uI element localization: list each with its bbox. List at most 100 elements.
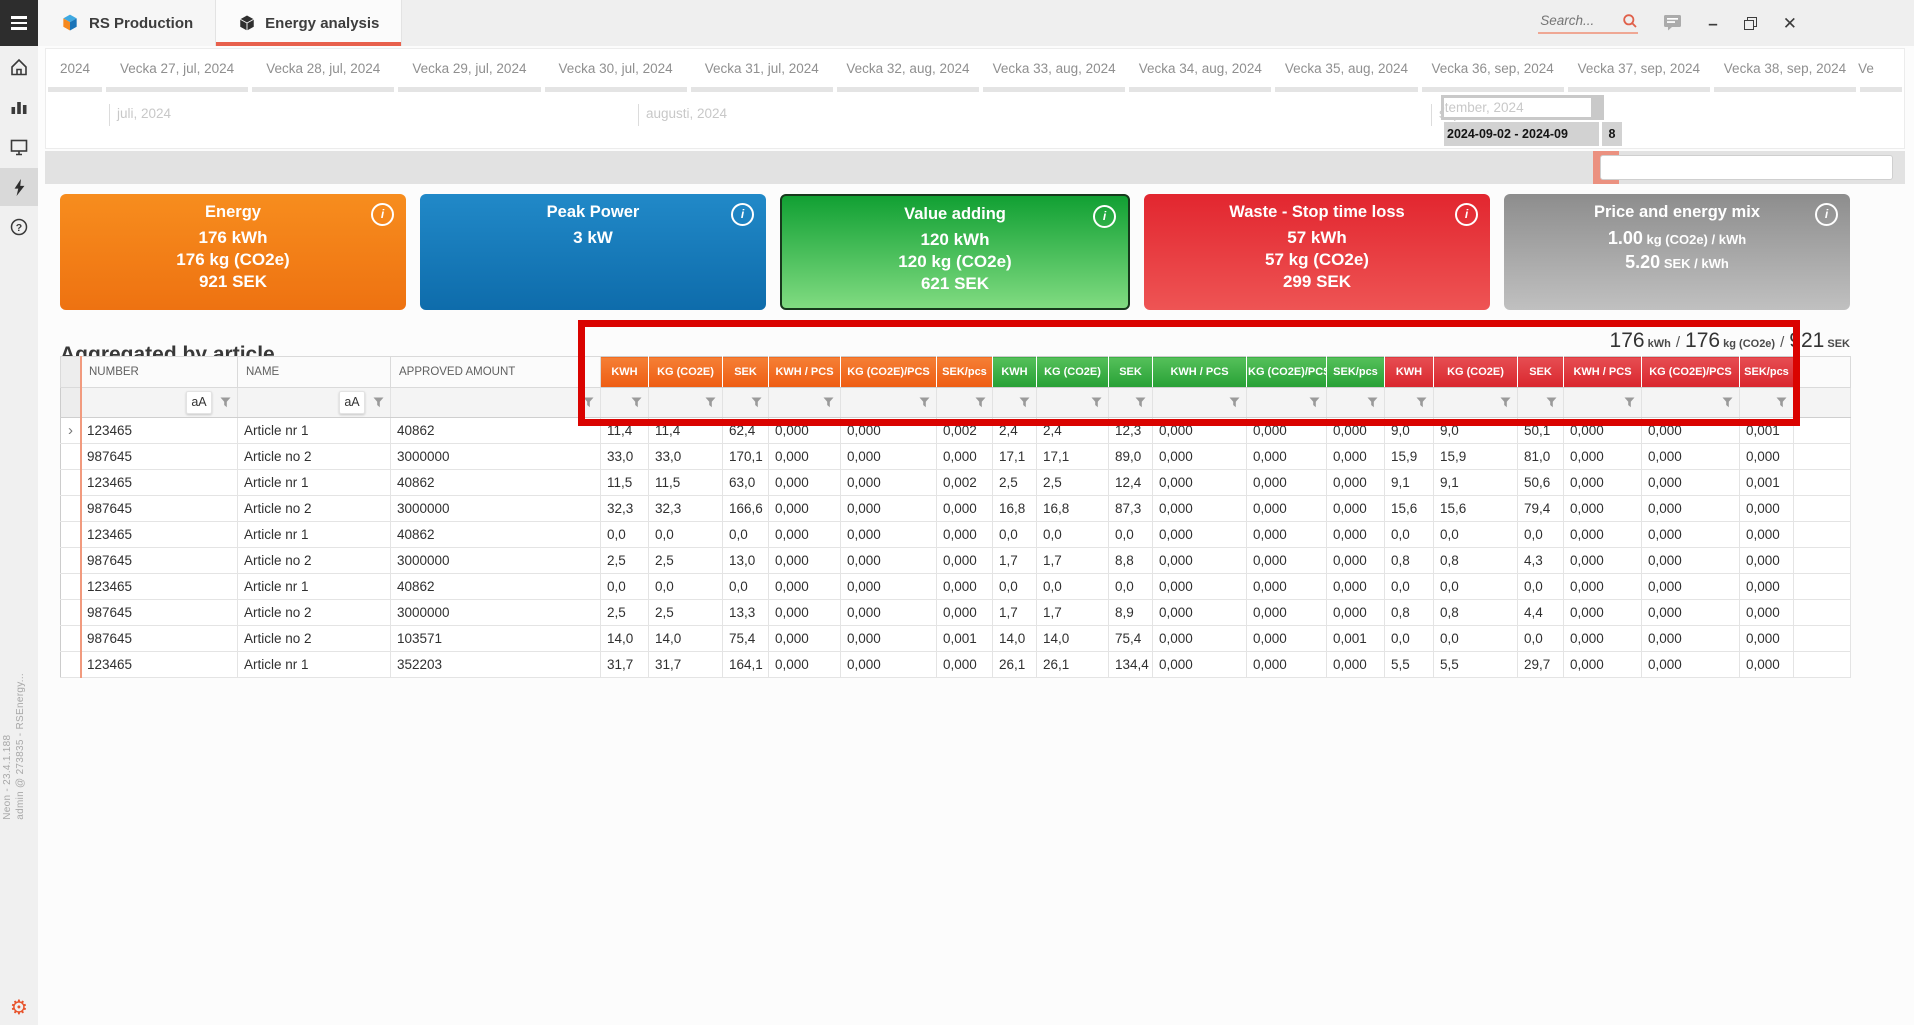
column-header-green[interactable]: SEK (1109, 357, 1153, 388)
kpi-card-orange[interactable]: iEnergy176 kWh176 kg (CO2e)921 SEK (60, 194, 406, 310)
timeline-week-cell[interactable]: Vecka 38, sep, 2024 (1712, 59, 1858, 92)
column-header-orange[interactable]: KWH (601, 357, 649, 388)
table-row[interactable]: 987645Article no 210357114,014,075,40,00… (61, 626, 1851, 652)
scrollbar-thumb[interactable] (1600, 155, 1893, 180)
filter-icon[interactable] (975, 397, 986, 408)
timeline-week-cell[interactable]: Vecka 37, sep, 2024 (1566, 59, 1712, 92)
column-header-red[interactable]: KG (CO2E) (1434, 357, 1518, 388)
column-header-red[interactable]: SEK/pcs (1740, 357, 1794, 388)
filter-icon[interactable] (1135, 397, 1146, 408)
filter-icon[interactable] (583, 397, 594, 408)
timeline-week-cell[interactable]: Vecka 35, aug, 2024 (1273, 59, 1419, 92)
column-header-green[interactable]: KWH / PCS (1153, 357, 1247, 388)
filter-icon[interactable] (1416, 397, 1427, 408)
table-row[interactable]: 987645Article no 230000002,52,513,00,000… (61, 548, 1851, 574)
close-button[interactable]: ✕ (1783, 15, 1797, 32)
filter-icon[interactable] (1500, 397, 1511, 408)
filter-icon[interactable] (1019, 397, 1030, 408)
filter-icon[interactable] (373, 397, 384, 408)
cell-value: 0,0 (1434, 626, 1518, 652)
table-row[interactable]: 987645Article no 230000002,52,513,30,000… (61, 600, 1851, 626)
info-icon[interactable]: i (371, 203, 394, 226)
filter-icon[interactable] (1546, 397, 1557, 408)
column-header-red[interactable]: SEK (1518, 357, 1564, 388)
cell-approved-amount: 352203 (391, 652, 601, 678)
restore-button[interactable] (1744, 17, 1757, 30)
energy-bolt-icon[interactable] (0, 168, 38, 206)
info-icon[interactable]: i (1815, 203, 1838, 226)
timeline-week-cell[interactable]: Vecka 32, aug, 2024 (835, 59, 981, 92)
minimize-button[interactable]: – (1708, 15, 1717, 32)
table-row[interactable]: ›123465Article nr 14086211,411,462,40,00… (61, 418, 1851, 444)
timeline-week-cell[interactable]: 2024 (46, 59, 104, 92)
column-header-orange[interactable]: KG (CO2E)/PCS (841, 357, 937, 388)
table-row[interactable]: 987645Article no 2300000032,332,3166,60,… (61, 496, 1851, 522)
timeline-week-cell[interactable]: Vecka 30, jul, 2024 (543, 59, 689, 92)
expand-row-icon[interactable]: › (68, 422, 73, 439)
filter-icon[interactable] (1776, 397, 1787, 408)
kpi-card-green[interactable]: iValue adding120 kWh120 kg (CO2e)621 SEK (780, 194, 1130, 310)
filter-icon[interactable] (919, 397, 930, 408)
info-icon[interactable]: i (1093, 205, 1116, 228)
column-header-green[interactable]: KG (CO2E) (1037, 357, 1109, 388)
home-icon[interactable] (0, 48, 38, 86)
help-icon[interactable]: ? (0, 208, 38, 246)
filter-icon[interactable] (220, 397, 231, 408)
match-case-button[interactable]: aA (339, 391, 365, 414)
hamburger-menu-button[interactable] (0, 0, 38, 46)
bar-chart-icon[interactable] (0, 88, 38, 126)
column-header-name[interactable]: NAME (238, 357, 391, 388)
table-row[interactable]: 123465Article nr 14086211,511,563,00,000… (61, 470, 1851, 496)
filter-icon[interactable] (1091, 397, 1102, 408)
timeline-week-cell[interactable]: Vecka 36, sep, 2024 (1420, 59, 1566, 92)
filter-icon[interactable] (751, 397, 762, 408)
column-header-red[interactable]: KWH / PCS (1564, 357, 1642, 388)
kpi-card-blue[interactable]: iPeak Power3 kW (420, 194, 766, 310)
kpi-card-red[interactable]: iWaste - Stop time loss57 kWh57 kg (CO2e… (1144, 194, 1490, 310)
table-row[interactable]: 123465Article nr 1408620,00,00,00,0000,0… (61, 522, 1851, 548)
filter-icon[interactable] (705, 397, 716, 408)
table-row[interactable]: 123465Article nr 1408620,00,00,00,0000,0… (61, 574, 1851, 600)
filter-icon[interactable] (1367, 397, 1378, 408)
column-header-red[interactable]: KG (CO2E)/PCS (1642, 357, 1740, 388)
tab-energy-analysis[interactable]: Energy analysis (216, 0, 402, 46)
column-header-orange[interactable]: SEK/pcs (937, 357, 993, 388)
filter-icon[interactable] (1309, 397, 1320, 408)
timeline-week-cell[interactable]: Ve (1858, 59, 1904, 92)
monitor-icon[interactable] (0, 128, 38, 166)
column-header-green[interactable]: KG (CO2E)/PCS (1247, 357, 1327, 388)
timeline-week-cell[interactable]: Vecka 34, aug, 2024 (1127, 59, 1273, 92)
feedback-icon[interactable] (1664, 15, 1682, 31)
timeline-week-cell[interactable]: Vecka 28, jul, 2024 (250, 59, 396, 92)
column-header-orange[interactable]: KG (CO2E) (649, 357, 723, 388)
kpi-card-gray[interactable]: iPrice and energy mix1.00 kg (CO2e) / kW… (1504, 194, 1850, 310)
match-case-button[interactable]: aA (186, 391, 212, 414)
filter-icon[interactable] (1229, 397, 1240, 408)
filter-icon[interactable] (1722, 397, 1733, 408)
timeline-week-cell[interactable]: Vecka 29, jul, 2024 (396, 59, 542, 92)
filter-icon[interactable] (823, 397, 834, 408)
column-header-orange[interactable]: SEK (723, 357, 769, 388)
filter-icon[interactable] (1624, 397, 1635, 408)
settings-gear-icon[interactable]: ⚙ (0, 995, 38, 1019)
table-row[interactable]: 987645Article no 2300000033,033,0170,10,… (61, 444, 1851, 470)
search-input[interactable] (1538, 12, 1616, 29)
timeline-week-tick (545, 87, 687, 92)
column-header-red[interactable]: KWH (1385, 357, 1434, 388)
tab-rs-production[interactable]: RS Production (38, 0, 216, 46)
filter-icon[interactable] (631, 397, 642, 408)
column-header-approved-amount[interactable]: APPROVED AMOUNT (391, 357, 601, 388)
table-row[interactable]: 123465Article nr 135220331,731,7164,10,0… (61, 652, 1851, 678)
timeline-week-cell[interactable]: Vecka 31, jul, 2024 (689, 59, 835, 92)
timeline-week-cell[interactable]: Vecka 33, aug, 2024 (981, 59, 1127, 92)
column-header-green[interactable]: KWH (993, 357, 1037, 388)
info-icon[interactable]: i (731, 203, 754, 226)
column-header-number[interactable]: NUMBER (81, 357, 238, 388)
timeline-week-cell[interactable]: Vecka 27, jul, 2024 (104, 59, 250, 92)
timeline-selection-box[interactable]: september, 2024 (1441, 95, 1604, 120)
column-header-green[interactable]: SEK/pcs (1327, 357, 1385, 388)
timeline-scrollbar[interactable] (45, 151, 1905, 184)
search-icon[interactable] (1622, 13, 1638, 29)
column-header-orange[interactable]: KWH / PCS (769, 357, 841, 388)
info-icon[interactable]: i (1455, 203, 1478, 226)
